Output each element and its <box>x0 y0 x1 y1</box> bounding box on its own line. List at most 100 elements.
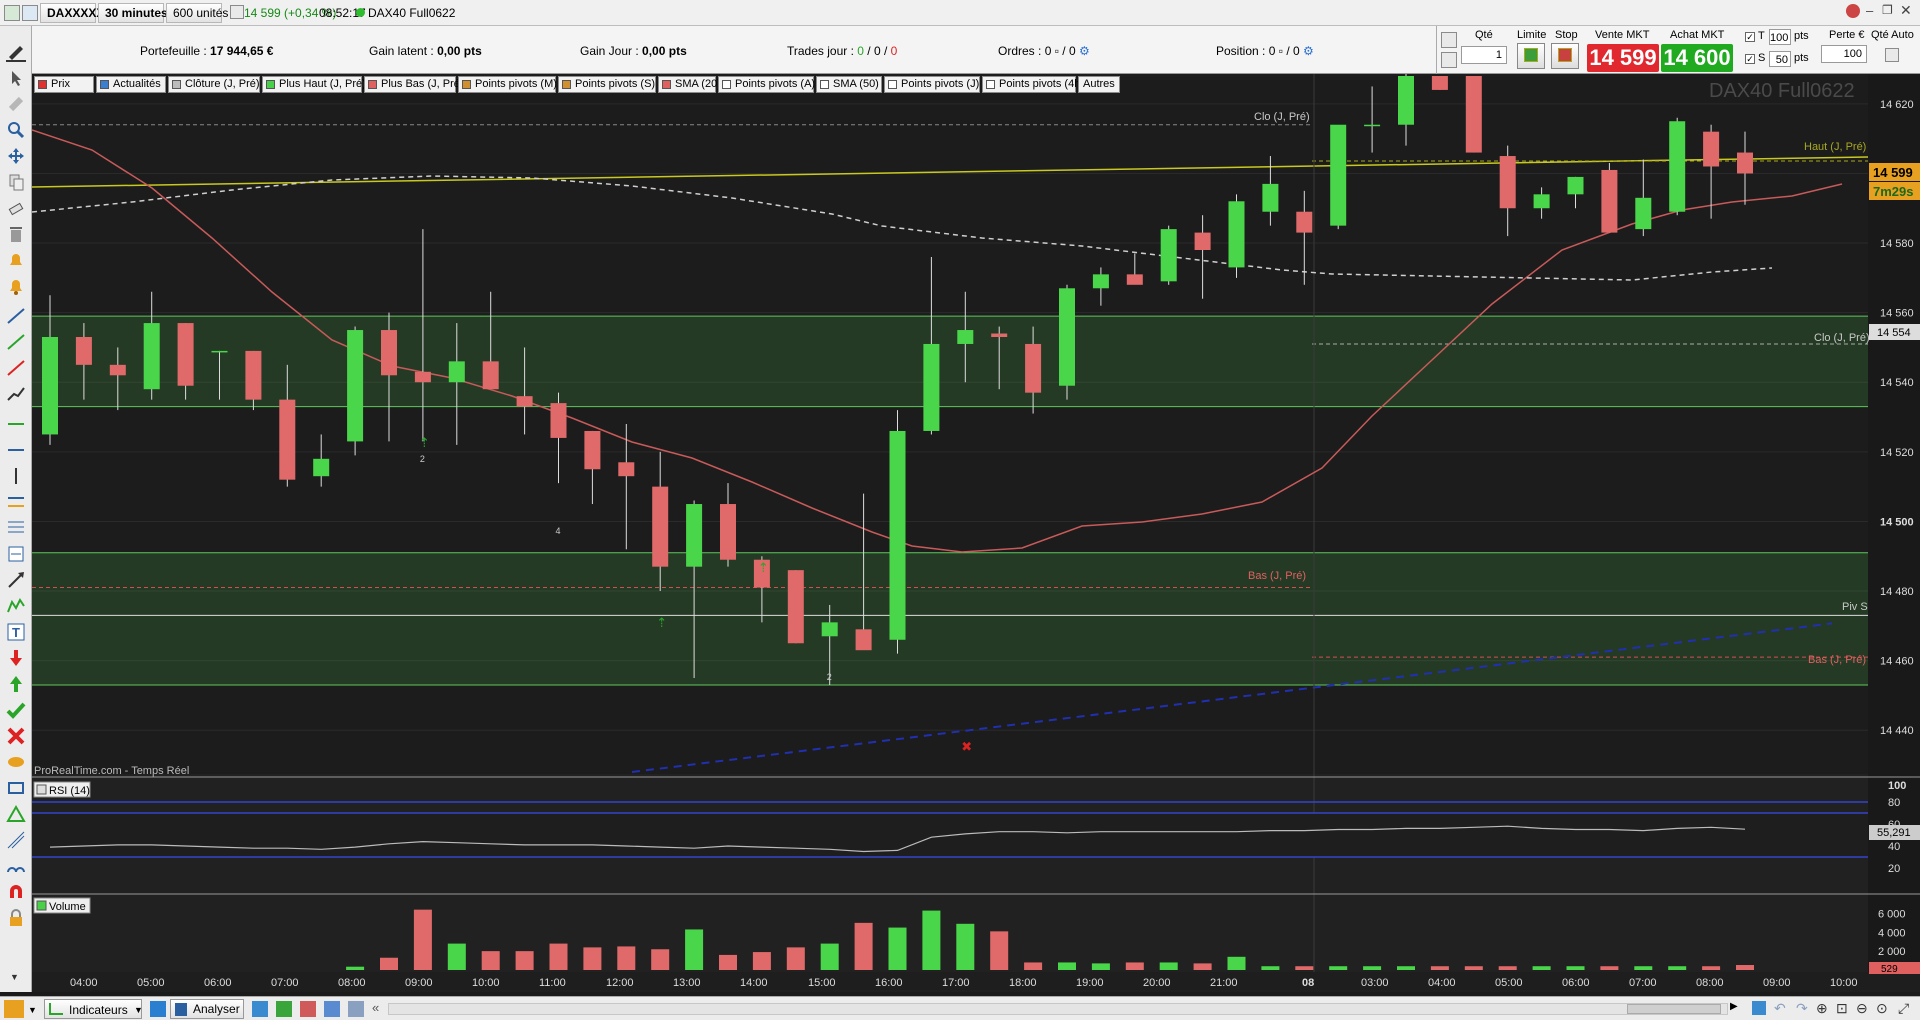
minimize-icon[interactable]: – <box>1866 3 1873 18</box>
check-icon[interactable] <box>6 700 26 720</box>
horizontal-green-icon[interactable] <box>6 414 26 434</box>
candle-body <box>245 350 262 400</box>
legend-chip-2[interactable]: Clôture (J, Pré) <box>168 76 260 93</box>
stop-order-button[interactable] <box>1551 43 1579 69</box>
chart-props-icon[interactable] <box>1752 1001 1766 1015</box>
pencil-bottom-icon[interactable] <box>4 1000 24 1018</box>
horizontal-line-icon[interactable] <box>6 440 26 460</box>
triangle-icon[interactable] <box>6 804 26 824</box>
ordres-settings-icon[interactable]: ⚙ <box>1079 44 1090 58</box>
green-line-icon[interactable] <box>6 332 26 352</box>
vertical-line-icon[interactable] <box>6 466 26 486</box>
indicators-dropdown-icon[interactable]: ▼ <box>134 1005 143 1015</box>
cross-icon[interactable] <box>6 726 26 746</box>
line-tool-icon[interactable] <box>6 306 26 326</box>
redo-icon[interactable]: ↷ <box>1796 1000 1808 1017</box>
indicators-button[interactable]: Indicateurs <box>44 999 142 1019</box>
zoom-in-icon[interactable]: ⊕ <box>1816 1000 1828 1017</box>
search-icon[interactable]: ⊙ <box>1876 1000 1888 1017</box>
horizontal-scrollbar[interactable] <box>388 1003 1728 1015</box>
legend-chip-0[interactable]: Prix <box>34 76 94 93</box>
legend-chip-10[interactable]: Points pivots (J) <box>884 76 980 93</box>
list-icon[interactable] <box>300 1001 316 1017</box>
price-chart[interactable]: ⇡ ⇡ ⇡ ✖ 2 4 2 DAX40 Full0622 ProRealTime.com -… <box>31 69 1920 992</box>
stop-input[interactable]: 50 <box>1769 51 1791 67</box>
units-selector[interactable]: 600 unités <box>166 3 241 23</box>
andrews-icon[interactable] <box>6 830 26 850</box>
polyline-icon[interactable] <box>6 384 26 404</box>
down-arrow-icon[interactable] <box>6 648 26 668</box>
pencil-icon[interactable] <box>6 42 26 62</box>
up-arrow-icon[interactable] <box>6 674 26 694</box>
text-tool-icon[interactable]: T <box>6 622 26 642</box>
share-icon[interactable] <box>150 1001 166 1017</box>
analyser-button[interactable]: Analyser <box>170 999 244 1019</box>
scrollbar-thumb[interactable] <box>1627 1004 1721 1014</box>
zoom-out-icon[interactable]: ⊖ <box>1856 1000 1868 1017</box>
layout-icon[interactable] <box>22 5 38 21</box>
table-icon[interactable] <box>276 1001 292 1017</box>
units-label: 600 unités <box>173 6 229 20</box>
copy-icon[interactable] <box>6 172 26 192</box>
legend-chip-8[interactable]: Points pivots (A) <box>718 76 815 93</box>
scroll-down-icon[interactable]: ▼ <box>10 972 19 982</box>
legend-chip-5[interactable]: Points pivots (M) <box>458 76 557 93</box>
fullscreen-icon[interactable]: ⤢ <box>1898 1000 1909 1017</box>
undo-icon[interactable]: ↶ <box>1774 1000 1786 1017</box>
cursor-icon[interactable] <box>6 68 26 88</box>
red-line-icon[interactable] <box>6 358 26 378</box>
qte-auto-icon[interactable] <box>1885 48 1899 62</box>
target-input[interactable]: 100 <box>1769 29 1791 45</box>
pattern-icon[interactable] <box>6 596 26 616</box>
timeframe-selector[interactable]: 30 minutes <box>98 3 180 23</box>
fibonacci-icon[interactable] <box>6 518 26 538</box>
info-icon[interactable] <box>230 5 244 19</box>
legend-chip-12[interactable]: Autres <box>1078 76 1120 93</box>
instrument-selector[interactable]: DAXXXXX <box>40 3 117 23</box>
alarm-icon[interactable] <box>6 250 26 270</box>
close-icon[interactable]: ✕ <box>1900 2 1912 19</box>
rectangle-icon[interactable] <box>6 778 26 798</box>
limit-order-button[interactable] <box>1517 43 1545 69</box>
legend-chip-3[interactable]: Plus Haut (J, Pré) <box>262 76 366 93</box>
sell-market-button[interactable]: 14 599 <box>1587 44 1659 72</box>
screener-icon[interactable] <box>324 1001 340 1017</box>
legend-chip-4[interactable]: Plus Bas (J, Pré) <box>364 76 464 93</box>
scroll-right-icon[interactable]: ▶ <box>1730 1001 1738 1012</box>
position-settings-icon[interactable]: ⚙ <box>1303 44 1314 58</box>
lock-icon[interactable] <box>6 908 26 928</box>
legend-chip-11[interactable]: Points pivots (4h) <box>982 76 1084 93</box>
buy-market-button[interactable]: 14 600 <box>1661 44 1733 72</box>
window-icon[interactable] <box>252 1001 268 1017</box>
zoom-icon[interactable] <box>6 120 26 140</box>
keyboard-icon[interactable] <box>1441 52 1457 68</box>
chevron-down-icon[interactable]: ▼ <box>28 1005 37 1015</box>
multi-icon[interactable] <box>348 1001 364 1017</box>
chart-area[interactable]: ⇡ ⇡ ⇡ ✖ 2 4 2 DAX40 Full0622 ProRealTime.com -… <box>31 69 1920 992</box>
ruler-icon[interactable] <box>6 94 26 114</box>
signal-arrow-icon: ✖ <box>961 739 972 754</box>
legend-chip-6[interactable]: Points pivots (S) <box>558 76 656 93</box>
text-level-icon[interactable] <box>6 544 26 564</box>
ellipse-icon[interactable] <box>6 752 26 772</box>
target-checkbox[interactable]: ✓ <box>1745 32 1755 42</box>
scroll-left-icon[interactable]: « <box>372 1000 379 1015</box>
perte-input[interactable]: 100 <box>1821 45 1867 63</box>
eraser-icon[interactable] <box>6 198 26 218</box>
cycle-icon[interactable] <box>6 856 26 876</box>
move-icon[interactable] <box>6 146 26 166</box>
channel-icon[interactable] <box>6 492 26 512</box>
legend-chip-1[interactable]: Actualités <box>96 76 166 93</box>
qte-input[interactable]: 1 <box>1461 46 1507 64</box>
zoom-reset-icon[interactable]: ⊡ <box>1836 1000 1848 1017</box>
stop-checkbox[interactable]: ✓ <box>1745 54 1755 64</box>
trash-icon[interactable] <box>6 224 26 244</box>
magnet-icon[interactable] <box>6 882 26 902</box>
wrench-icon[interactable] <box>1441 32 1457 48</box>
arrow-tool-icon[interactable] <box>6 570 26 590</box>
restore-icon[interactable]: ❐ <box>1882 3 1893 17</box>
legend-chip-9[interactable]: SMA (50) <box>816 76 882 93</box>
legend-chip-7[interactable]: SMA (20) <box>658 76 721 93</box>
alert-icon[interactable] <box>1846 4 1860 18</box>
bell-icon[interactable] <box>6 276 26 296</box>
